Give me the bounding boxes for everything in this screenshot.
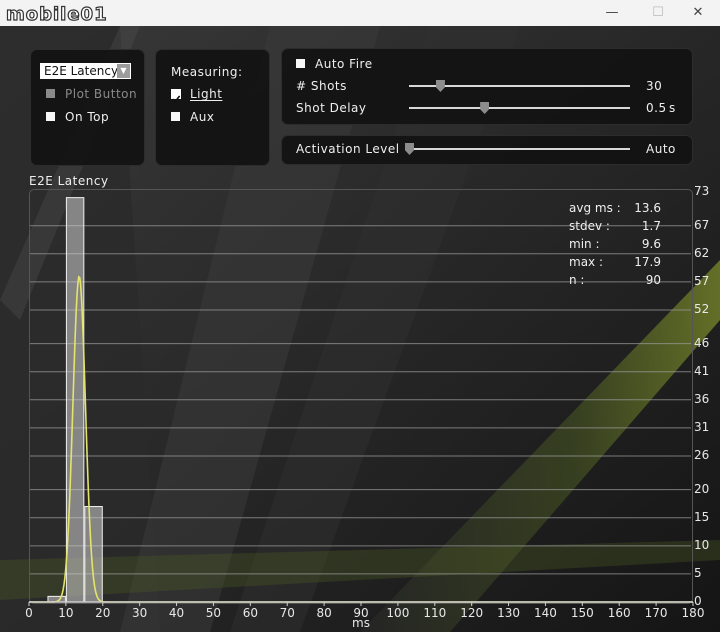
- x-tick-label: 60: [242, 606, 258, 620]
- stat-value: 17.9: [634, 255, 661, 269]
- y-tick-label: 46: [694, 335, 710, 350]
- x-tick-label: 10: [58, 606, 74, 620]
- y-tick-label: 26: [694, 447, 710, 462]
- y-tick-label: 62: [694, 245, 710, 260]
- x-tick-label: 110: [423, 606, 447, 620]
- y-tick-label: 52: [694, 301, 710, 316]
- stat-value: 90: [645, 273, 661, 287]
- x-tick-label: 20: [95, 606, 111, 620]
- histogram-bar: [65, 197, 85, 603]
- y-tick-label: 73: [694, 184, 710, 198]
- stat-value: 9.6: [641, 237, 661, 251]
- x-tick-label: 30: [132, 606, 148, 620]
- x-tick-label: 150: [570, 606, 594, 620]
- x-tick-label: 40: [168, 606, 185, 620]
- y-tick-label: 31: [694, 419, 710, 434]
- stat-label: n :: [569, 273, 585, 287]
- stat-value: 1.7: [641, 219, 661, 233]
- x-axis-label: ms: [352, 616, 370, 630]
- x-tick-label: 100: [386, 606, 410, 620]
- x-tick-label: 170: [644, 606, 668, 620]
- x-tick-label: 140: [533, 606, 557, 620]
- x-tick-label: 120: [460, 606, 484, 620]
- y-tick-label: 67: [694, 217, 710, 232]
- stat-label: min :: [569, 237, 600, 251]
- x-tick-label: 130: [497, 606, 520, 620]
- y-tick-label: 57: [694, 273, 710, 288]
- stat-label: max :: [569, 255, 604, 269]
- x-tick-label: 70: [279, 606, 295, 620]
- y-tick-label: 41: [694, 363, 710, 378]
- y-tick-label: 10: [694, 537, 710, 552]
- y-tick-label: 20: [694, 481, 710, 496]
- stat-label: avg ms :: [569, 201, 621, 215]
- y-tick-label: 5: [694, 565, 702, 580]
- x-tick-label: 0: [25, 606, 33, 620]
- x-tick-label: 50: [205, 606, 222, 620]
- x-tick-label: 80: [316, 606, 332, 620]
- stat-value: 13.6: [634, 201, 661, 215]
- y-tick-label: 36: [694, 391, 710, 406]
- y-tick-label: 15: [694, 509, 710, 524]
- stat-label: stdev :: [569, 219, 610, 233]
- x-tick-label: 180: [681, 606, 705, 620]
- fit-curve: [29, 275, 693, 603]
- latency-histogram-chart: [28, 197, 694, 606]
- histogram-bar: [84, 506, 103, 603]
- x-tick-label: 160: [607, 606, 631, 620]
